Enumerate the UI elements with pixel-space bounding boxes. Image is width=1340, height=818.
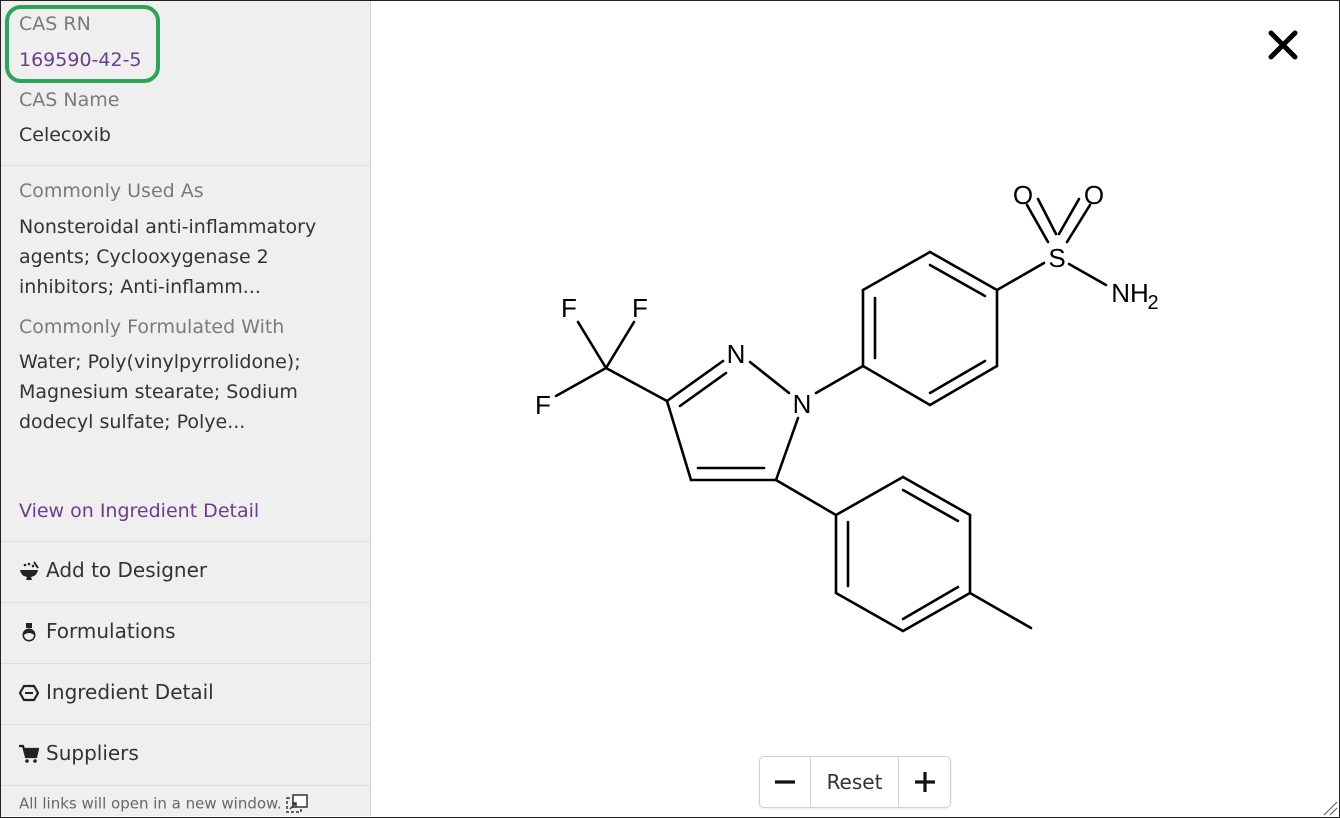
sulfur-atom: S bbox=[1048, 243, 1065, 273]
amine-subscript: 2 bbox=[1147, 292, 1158, 314]
close-icon[interactable] bbox=[1266, 28, 1300, 62]
fluorine-atom: F bbox=[632, 293, 648, 323]
fluorine-atom: F bbox=[535, 390, 551, 420]
molecule-structure: O O S NH 2 N N F F F bbox=[535, 180, 1159, 633]
zoom-out-button[interactable] bbox=[760, 757, 811, 807]
plus-icon bbox=[914, 772, 935, 792]
zoom-in-button[interactable] bbox=[899, 757, 950, 807]
nitrogen-atom: N bbox=[727, 339, 746, 369]
reset-zoom-button[interactable]: Reset bbox=[811, 757, 899, 807]
amine-group: NH bbox=[1111, 278, 1149, 308]
oxygen-atom: O bbox=[1013, 180, 1033, 210]
fluorine-atom: F bbox=[561, 293, 577, 323]
minus-icon bbox=[775, 780, 795, 784]
oxygen-atom: O bbox=[1084, 180, 1104, 210]
resize-handle-icon[interactable] bbox=[1322, 800, 1338, 816]
zoom-controls: Reset bbox=[759, 756, 951, 808]
nitrogen-atom: N bbox=[793, 389, 812, 419]
